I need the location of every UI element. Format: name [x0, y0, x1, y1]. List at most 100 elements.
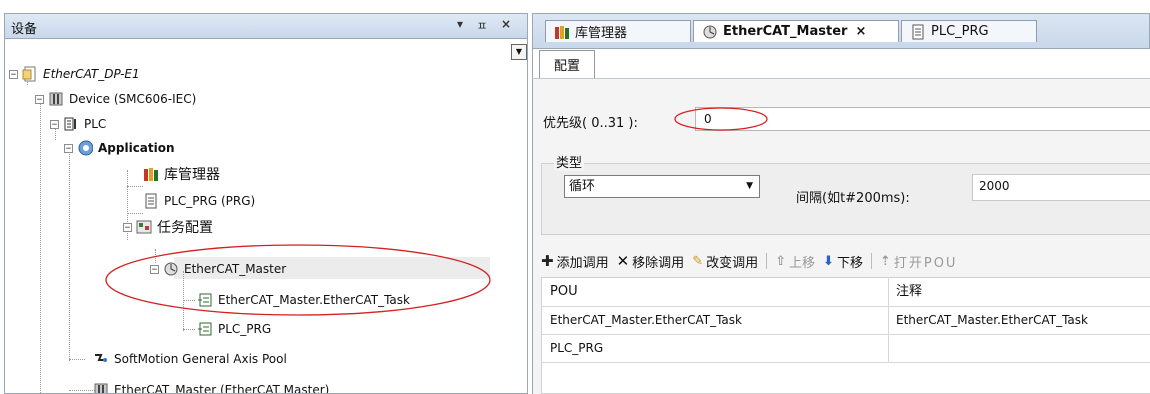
table-row[interactable]: PLC_PRG [542, 334, 1150, 362]
config-subtabbar: 配置 [532, 49, 1150, 79]
cell-pou: EtherCAT_Master.EtherCAT_Task [550, 313, 742, 327]
devices-panel-header: 设备 ▾ ㅍ × [5, 14, 527, 39]
move-up-button[interactable]: ⇧ 上移 [775, 252, 815, 271]
interval-label: 间隔(如t#200ms): [796, 191, 910, 206]
arrow-up-icon: ⇧ [775, 253, 787, 269]
toolbar-separator [870, 253, 872, 269]
tree-label-softmotion: SoftMotion General Axis Pool [114, 352, 287, 366]
table-row[interactable]: EtherCAT_Master.EtherCAT_Task EtherCAT_M… [542, 306, 1150, 334]
collapse-icon[interactable]: − [150, 264, 159, 274]
collapse-icon[interactable]: − [35, 94, 44, 104]
tree-label-ethercat-task-call: EtherCAT_Master.EtherCAT_Task [218, 293, 410, 307]
open-pou-icon: ⇡ [879, 253, 891, 269]
tree-node-library-manager[interactable]: 库管理器 [143, 163, 220, 185]
tree-label-library-manager: 库管理器 [164, 167, 220, 183]
tab-plc-prg[interactable]: PLC_PRG [901, 20, 1037, 42]
tree-node-ethercat-master-device[interactable]: EtherCAT_Master (EtherCAT Master) [93, 379, 330, 394]
tree-label-plc-prg: PLC_PRG (PRG) [164, 194, 256, 208]
tree-label-root: EtherCAT_DP-E1 [43, 67, 140, 81]
tree-node-task-config[interactable]: − 任务配置 [123, 216, 213, 238]
tab-configuration[interactable]: 配置 [539, 50, 595, 78]
tree-dropdown-button[interactable]: ▼ [511, 44, 527, 60]
plus-icon: ✚ [541, 252, 554, 270]
tree-label-task-config: 任务配置 [157, 220, 213, 236]
tree-node-plc-prg-call[interactable]: PLC_PRG [197, 318, 271, 340]
remove-x-icon: ✕ [616, 252, 630, 270]
task-config-editor: 优先级( 0..31 ): 0 类型 循环 ▼ 间隔(如t#200ms): 20… [532, 79, 1150, 394]
interval-input[interactable]: 2000 [972, 174, 1150, 201]
task-icon [702, 24, 718, 40]
tree-node-softmotion[interactable]: SoftMotion General Axis Pool [93, 348, 287, 370]
tab-label: 库管理器 [575, 26, 628, 41]
tree-label-ethercat-master-device: EtherCAT_Master (EtherCAT Master) [114, 383, 330, 394]
collapse-icon[interactable]: − [123, 222, 132, 232]
task-config-icon [136, 219, 152, 235]
table-row-empty [542, 362, 1150, 390]
remove-call-label: 移除调用 [632, 255, 685, 271]
pou-document-icon [910, 24, 926, 40]
cell-comment: EtherCAT_Master.EtherCAT_Task [896, 313, 1088, 327]
axis-pool-icon [93, 351, 109, 367]
devices-panel: 设备 ▾ ㅍ × − EtherCAT_DP-E1 − Device (SMC6… [4, 13, 528, 394]
collapse-icon[interactable]: − [50, 119, 59, 129]
tree-node-ethercat-task-call[interactable]: EtherCAT_Master.EtherCAT_Task [197, 289, 410, 311]
open-pou-button[interactable]: ⇡ 打开POU [880, 252, 958, 271]
move-down-button[interactable]: ⬇ 下移 [823, 252, 863, 271]
tab-label: PLC_PRG [931, 24, 989, 39]
device-icon [48, 91, 64, 107]
tree-node-plc[interactable]: − PLC [50, 113, 106, 135]
collapse-icon[interactable]: − [64, 143, 73, 153]
device-icon [93, 382, 109, 393]
close-panel-icon[interactable]: × [498, 17, 514, 31]
priority-input[interactable]: 0 [695, 107, 1150, 131]
devices-panel-title: 设备 [11, 22, 38, 37]
add-call-label: 添加调用 [556, 255, 609, 271]
collapse-icon[interactable]: − [9, 69, 18, 79]
tree-label-application: Application [98, 141, 175, 155]
pin-icon[interactable]: ㅍ [474, 17, 490, 34]
priority-label: 优先级( 0..31 ): [543, 116, 638, 131]
program-call-icon [197, 321, 213, 337]
cell-comment [888, 335, 1150, 362]
type-group: 类型 循环 ▼ 间隔(如t#200ms): 2000 [541, 152, 1150, 235]
edit-pencil-icon: ✎ [692, 253, 704, 269]
tab-label: EtherCAT_Master [723, 24, 848, 39]
chevron-down-icon: ▼ [746, 181, 753, 191]
pou-toolbar: ✚ 添加调用 ✕ 移除调用 ✎ 改变调用 ⇧ 上移 ⬇ 下移 ⇡ 打开POU [541, 251, 965, 271]
panel-menu-icon[interactable]: ▾ [452, 17, 468, 31]
type-select-value: 循环 [569, 179, 596, 194]
tree-node-plc-prg[interactable]: PLC_PRG (PRG) [143, 190, 255, 212]
tree-label-device: Device (SMC606-IEC) [69, 92, 197, 106]
tree-label-plc-prg-call: PLC_PRG [218, 322, 272, 336]
application-gear-icon [77, 140, 93, 156]
tree-node-device[interactable]: − Device (SMC606-IEC) [35, 88, 196, 110]
add-call-button[interactable]: ✚ 添加调用 [541, 252, 609, 271]
column-header-pou[interactable]: POU [542, 278, 888, 306]
top-strip [0, 0, 1150, 12]
editor-tabbar: 库管理器 EtherCAT_Master × PLC_PRG [532, 13, 1150, 49]
tree-label-ethercat-master-task: EtherCAT_Master [184, 262, 287, 276]
tree-node-root[interactable]: − EtherCAT_DP-E1 [9, 63, 140, 85]
change-call-button[interactable]: ✎ 改变调用 [692, 252, 758, 271]
program-call-icon [197, 292, 213, 308]
library-books-icon [143, 166, 159, 182]
open-pou-label: 打开POU [893, 255, 958, 271]
tree-node-application[interactable]: − Application [64, 137, 175, 159]
tree-node-ethercat-master-task[interactable]: − EtherCAT_Master [150, 258, 286, 280]
close-tab-icon[interactable]: × [855, 24, 866, 39]
move-down-label: 下移 [836, 255, 863, 271]
change-call-label: 改变调用 [706, 255, 759, 271]
project-icon [22, 66, 38, 82]
column-header-comment[interactable]: 注释 [888, 278, 1150, 306]
library-books-icon [554, 24, 570, 40]
remove-call-button[interactable]: ✕ 移除调用 [617, 252, 685, 271]
tab-library-manager[interactable]: 库管理器 [545, 20, 691, 42]
arrow-down-icon: ⬇ [823, 253, 834, 269]
editor-panel: 库管理器 EtherCAT_Master × PLC_PRG 配置 优先级( 0… [532, 13, 1150, 394]
task-icon [163, 261, 179, 277]
tab-ethercat-master[interactable]: EtherCAT_Master × [693, 20, 899, 42]
type-select[interactable]: 循环 ▼ [564, 175, 760, 198]
type-group-title: 类型 [554, 152, 585, 171]
cell-pou: PLC_PRG [550, 341, 604, 355]
pou-document-icon [143, 193, 159, 209]
